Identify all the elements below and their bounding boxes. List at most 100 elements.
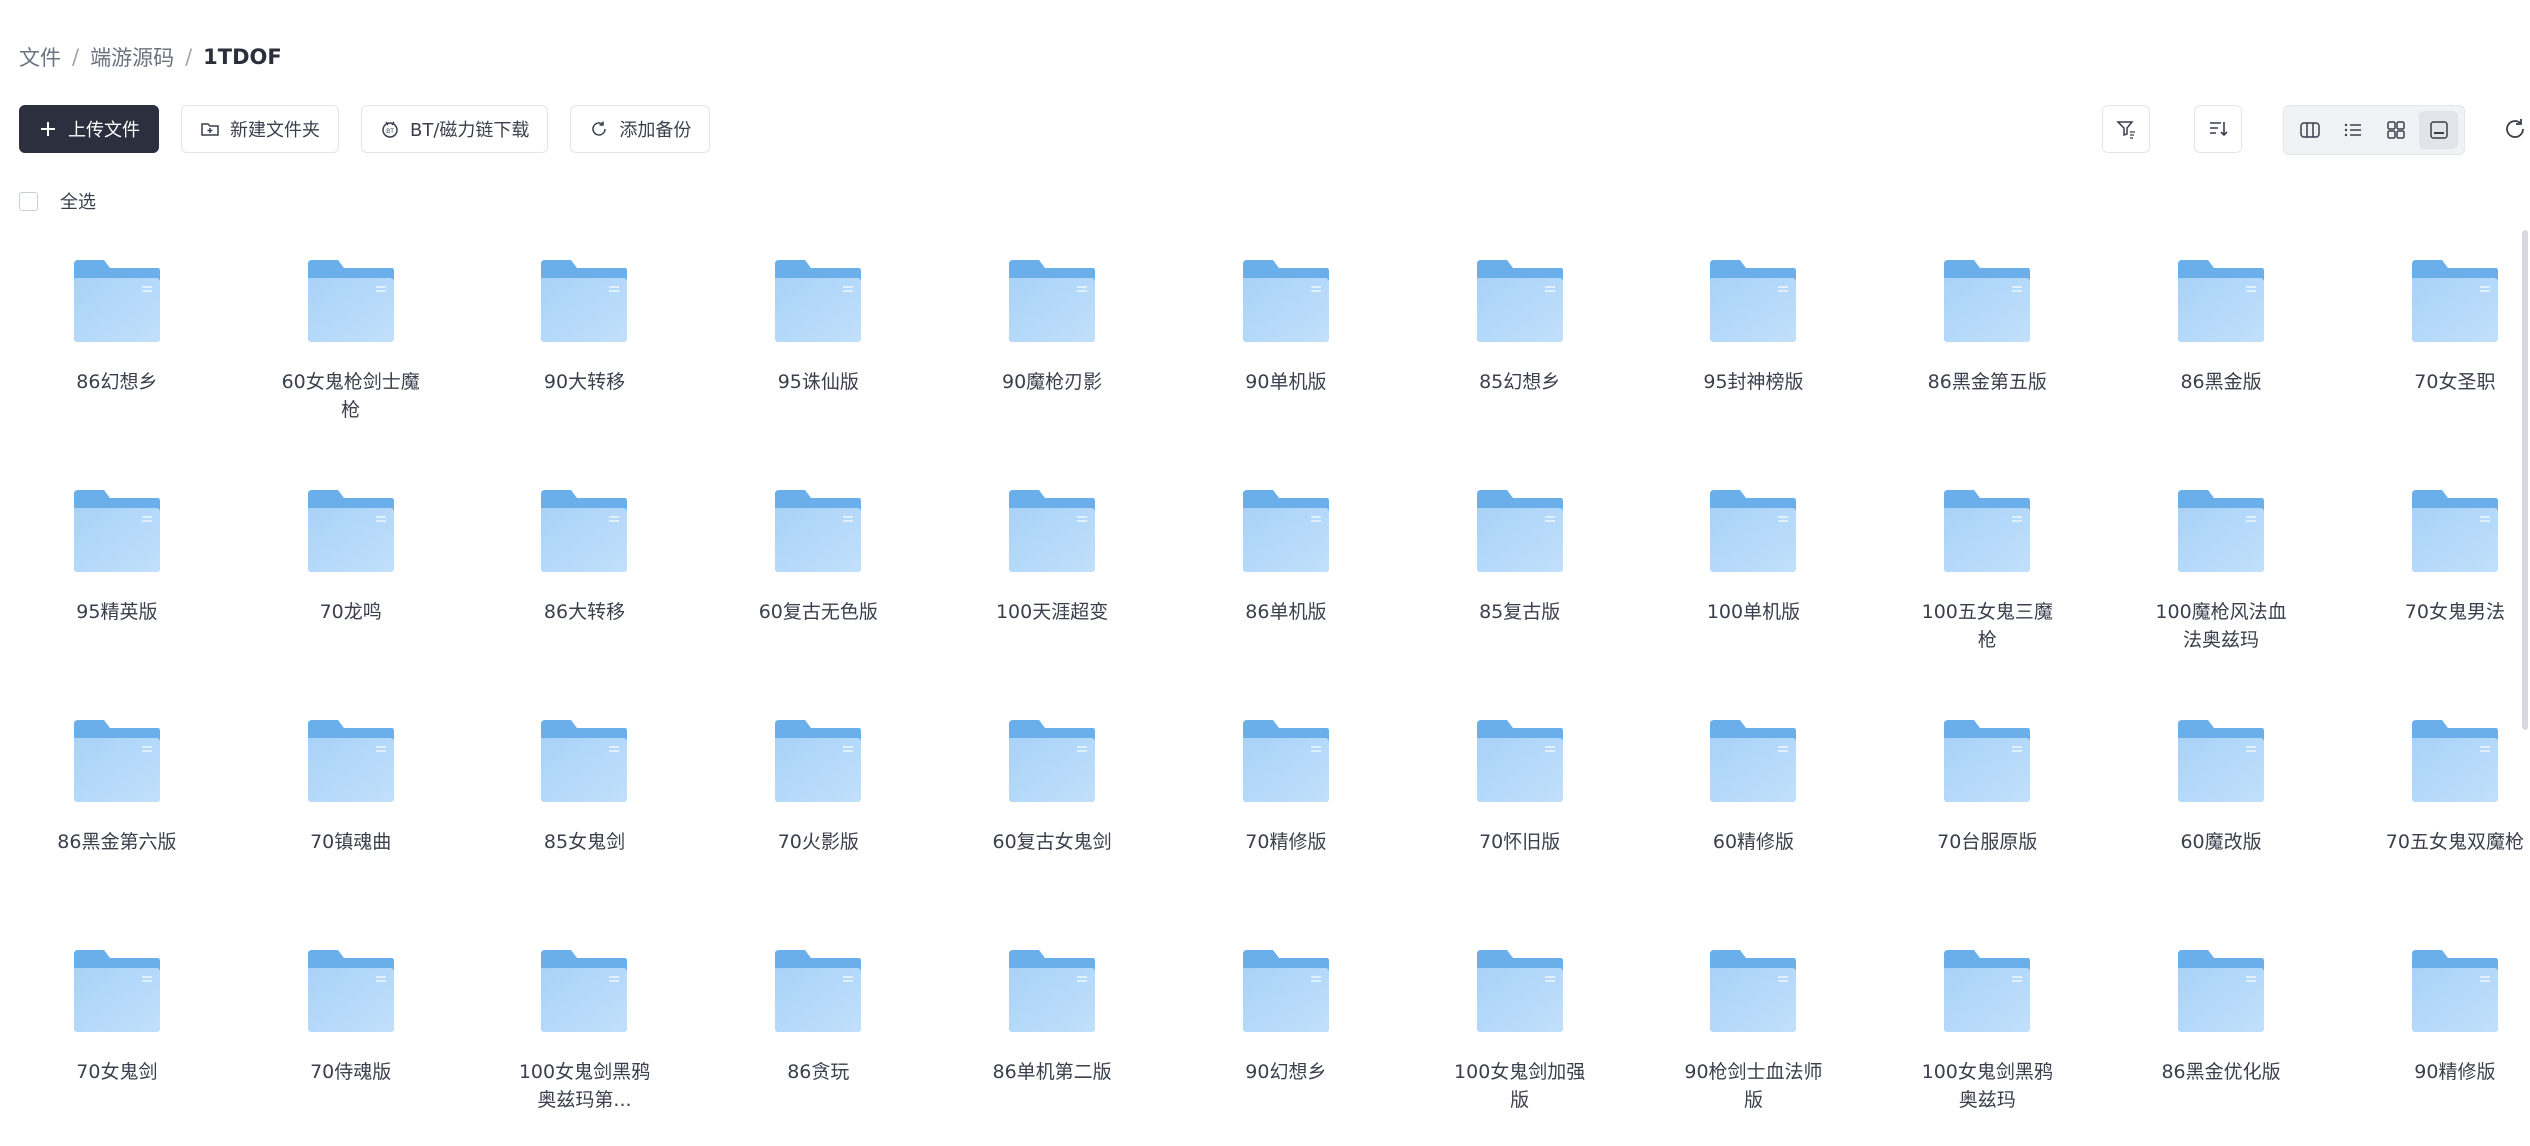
folder-icon — [1242, 950, 1329, 1032]
sort-button[interactable] — [2194, 105, 2242, 153]
folder-item[interactable]: 60魔改版 — [2104, 718, 2338, 948]
folder-item[interactable]: 86黑金优化版 — [2104, 948, 2338, 1146]
folder-name: 70镇魂曲 — [310, 831, 392, 853]
folder-item[interactable]: 70侍魂版 — [234, 948, 468, 1146]
folder-item[interactable]: 85复古版 — [1403, 488, 1637, 718]
view-grid-option[interactable] — [2376, 111, 2415, 149]
folder-name: 95诛仙版 — [777, 371, 859, 393]
folder-name: 70龙鸣 — [319, 601, 382, 623]
folder-item[interactable]: 60女鬼枪剑士魔枪 — [234, 258, 468, 488]
folder-item[interactable]: 90幻想乡 — [1169, 948, 1403, 1146]
folder-item[interactable]: 60复古无色版 — [701, 488, 935, 718]
folder-item[interactable]: 90魔枪刃影 — [935, 258, 1169, 488]
scrollbar[interactable] — [2522, 230, 2528, 730]
file-browser: 文件 / 端游源码 / 1TDOF 上传文件 新建文件夹 BT BT/磁力链下载… — [0, 0, 2530, 1146]
folder-item[interactable]: 86大转移 — [468, 488, 702, 718]
folder-name: 60精修版 — [1712, 831, 1795, 853]
folder-item[interactable]: 70怀旧版 — [1403, 718, 1637, 948]
breadcrumb-separator: / — [185, 45, 193, 69]
folder-item[interactable]: 60复古女鬼剑 — [935, 718, 1169, 948]
folder-item[interactable]: 95封神榜版 — [1637, 258, 1871, 488]
folder-name: 86黑金第五版 — [1927, 371, 2047, 393]
folder-name: 100女鬼剑黑鸦奥兹玛第... — [518, 1061, 651, 1111]
select-all-checkbox[interactable] — [19, 191, 38, 211]
grid-icon — [2386, 121, 2405, 139]
folder-name: 86黑金版 — [2180, 371, 2262, 393]
folder-grid: 86幻想乡 60女鬼枪剑士魔枪 90大转移 95诛仙版 90魔枪刃影 90单机版 85幻想乡… — [0, 258, 2524, 1146]
folder-item[interactable]: 100天涯超变 — [935, 488, 1169, 718]
folder-icon — [1009, 950, 1096, 1032]
folder-name: 86幻想乡 — [76, 371, 158, 393]
breadcrumb-item-source[interactable]: 端游源码 — [90, 42, 174, 72]
view-mode-group — [2283, 105, 2465, 155]
add-backup-button[interactable]: 添加备份 — [570, 105, 711, 153]
folder-icon — [1710, 950, 1797, 1032]
folder-icon — [1944, 950, 2031, 1032]
bt-download-button[interactable]: BT BT/磁力链下载 — [361, 105, 549, 153]
folder-item[interactable]: 70女鬼男法 — [2338, 488, 2530, 718]
folder-icon — [307, 950, 394, 1032]
folder-item[interactable]: 90枪剑士血法师版 — [1637, 948, 1871, 1146]
folder-item[interactable]: 90大转移 — [468, 258, 702, 488]
folder-icon — [1710, 260, 1797, 342]
folder-icon — [775, 720, 862, 802]
folder-icon — [1242, 720, 1329, 802]
folder-item[interactable]: 70女圣职 — [2338, 258, 2530, 488]
folder-name: 90魔枪刃影 — [1001, 371, 1103, 393]
folder-name: 90大转移 — [543, 371, 626, 393]
breadcrumb-item-files[interactable]: 文件 — [19, 42, 61, 72]
folder-item[interactable]: 86黑金版 — [2104, 258, 2338, 488]
folder-item[interactable]: 70台服原版 — [1870, 718, 2104, 948]
new-folder-button[interactable]: 新建文件夹 — [181, 105, 339, 153]
folder-name: 90单机版 — [1245, 371, 1327, 393]
folder-item[interactable]: 86单机第二版 — [935, 948, 1169, 1146]
folder-item[interactable]: 85女鬼剑 — [468, 718, 702, 948]
folder-item[interactable]: 100女鬼剑黑鸦奥兹玛 — [1870, 948, 2104, 1146]
folder-item[interactable]: 100魔枪风法血法奥兹玛 — [2104, 488, 2338, 718]
breadcrumb-separator: / — [72, 45, 80, 69]
folder-name: 70火影版 — [777, 831, 859, 853]
view-list-option[interactable] — [2333, 111, 2372, 149]
folder-item[interactable]: 70镇魂曲 — [234, 718, 468, 948]
folder-name: 95封神榜版 — [1703, 371, 1804, 393]
folder-item[interactable]: 70女鬼剑 — [0, 948, 234, 1146]
folder-item[interactable]: 95精英版 — [0, 488, 234, 718]
folder-item[interactable]: 86黑金第五版 — [1870, 258, 2104, 488]
folder-item[interactable]: 86黑金第六版 — [0, 718, 234, 948]
view-columns-option[interactable] — [2290, 111, 2329, 149]
folder-item[interactable]: 86幻想乡 — [0, 258, 234, 488]
folder-item[interactable]: 60精修版 — [1637, 718, 1871, 948]
folder-item[interactable]: 100单机版 — [1637, 488, 1871, 718]
folder-name: 60复古女鬼剑 — [992, 831, 1112, 853]
breadcrumb: 文件 / 端游源码 / 1TDOF — [19, 42, 282, 72]
folder-name: 60复古无色版 — [758, 601, 878, 623]
folder-item[interactable]: 86单机版 — [1169, 488, 1403, 718]
folder-item[interactable]: 100女鬼剑加强版 — [1403, 948, 1637, 1146]
refresh-button[interactable] — [2495, 105, 2530, 153]
folder-name: 70五女鬼双魔枪 — [2385, 831, 2524, 853]
folder-icon — [1476, 950, 1563, 1032]
folder-icon — [1242, 490, 1329, 572]
folder-item[interactable]: 90单机版 — [1169, 258, 1403, 488]
folder-item[interactable]: 70精修版 — [1169, 718, 1403, 948]
folder-icon — [1009, 490, 1096, 572]
filter-button[interactable] — [2102, 105, 2150, 153]
folder-item[interactable]: 86贪玩 — [701, 948, 935, 1146]
folder-item[interactable]: 70五女鬼双魔枪 — [2338, 718, 2530, 948]
folder-icon — [307, 260, 394, 342]
folder-item[interactable]: 70火影版 — [701, 718, 935, 948]
folder-name: 100魔枪风法血法奥兹玛 — [2155, 601, 2287, 651]
folder-name: 70侍魂版 — [310, 1061, 392, 1083]
gallery-icon — [2429, 121, 2448, 139]
folder-item[interactable]: 95诛仙版 — [701, 258, 935, 488]
view-gallery-option[interactable] — [2419, 111, 2458, 149]
folder-name: 86单机第二版 — [992, 1061, 1112, 1083]
folder-item[interactable]: 70龙鸣 — [234, 488, 468, 718]
folder-item[interactable]: 85幻想乡 — [1403, 258, 1637, 488]
folder-name: 70女鬼剑 — [76, 1061, 158, 1083]
folder-icon — [2411, 950, 2498, 1032]
upload-button[interactable]: 上传文件 — [19, 105, 159, 153]
folder-item[interactable]: 100女鬼剑黑鸦奥兹玛第... — [468, 948, 702, 1146]
folder-item[interactable]: 90精修版 — [2338, 948, 2530, 1146]
folder-item[interactable]: 100五女鬼三魔枪 — [1870, 488, 2104, 718]
